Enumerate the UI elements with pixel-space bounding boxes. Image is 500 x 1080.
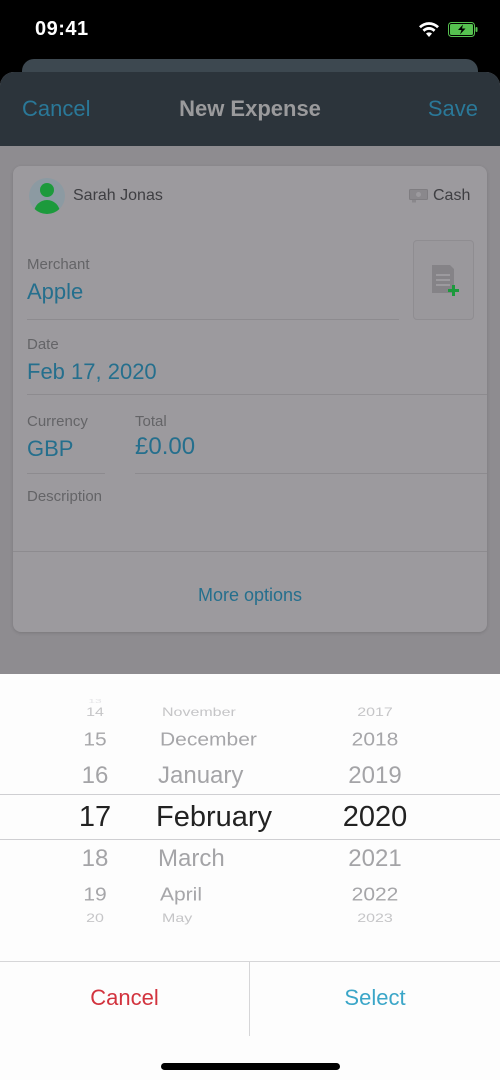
avatar-body [34, 200, 60, 214]
user-name[interactable]: Sarah Jonas [73, 187, 163, 205]
picker-select-button[interactable]: Select [250, 985, 500, 1011]
wifi-icon [419, 22, 439, 37]
nav-bar: Cancel New Expense Save [0, 72, 500, 146]
picker-month-selected[interactable]: February [156, 801, 296, 834]
picker-day[interactable]: 19 [60, 884, 130, 906]
picker-day[interactable]: 20 [60, 912, 130, 926]
total-label: Total [135, 413, 167, 430]
avatar[interactable] [29, 178, 65, 214]
home-indicator[interactable] [161, 1063, 340, 1070]
currency-label: Currency [27, 413, 88, 430]
date-divider [27, 394, 487, 395]
battery-charging-icon [448, 22, 478, 37]
date-picker-wheel[interactable]: 13 14 15 16 17 18 19 20 November Decembe… [0, 674, 500, 954]
picker-month[interactable]: December [160, 729, 300, 751]
status-time: 09:41 [35, 18, 89, 40]
description-label: Description [27, 488, 103, 505]
status-bar: 09:41 [0, 0, 500, 60]
picker-year[interactable]: 2022 [330, 884, 420, 906]
picker-cancel-button[interactable]: Cancel [0, 985, 249, 1011]
date-label: Date [27, 336, 59, 353]
picker-month[interactable]: May [162, 912, 302, 926]
picker-month[interactable]: March [158, 845, 298, 873]
picker-month[interactable]: January [158, 762, 298, 790]
picker-year-selected[interactable]: 2020 [330, 801, 420, 834]
picker-day-faint: 13 [88, 697, 102, 705]
currency-divider [27, 473, 105, 474]
nav-title: New Expense [179, 96, 321, 121]
date-field[interactable]: Feb 17, 2020 [27, 359, 157, 385]
more-options-button[interactable]: More options [13, 585, 487, 606]
picker-year[interactable]: 2019 [330, 762, 420, 790]
currency-field[interactable]: GBP [27, 436, 73, 462]
payment-method[interactable]: Cash [433, 187, 470, 205]
picker-year[interactable]: 2018 [330, 729, 420, 751]
total-field[interactable]: £0.00 [135, 433, 195, 461]
picker-year[interactable]: 2023 [330, 912, 420, 926]
picker-month[interactable]: April [160, 884, 300, 906]
description-field[interactable] [27, 511, 467, 541]
picker-day[interactable]: 16 [60, 762, 130, 790]
picker-year[interactable]: 2017 [330, 706, 420, 720]
merchant-field[interactable]: Apple [27, 279, 83, 305]
expense-form-card: Sarah Jonas Cash Merchant Apple Date Feb… [13, 166, 487, 632]
avatar-head [40, 183, 54, 197]
merchant-label: Merchant [27, 256, 90, 273]
date-picker-panel: 13 14 15 16 17 18 19 20 November Decembe… [0, 674, 500, 1080]
receipt-add-icon [432, 265, 459, 296]
picker-day[interactable]: 14 [60, 706, 130, 720]
picker-month[interactable]: November [162, 706, 302, 720]
nav-save-button[interactable]: Save [428, 96, 478, 122]
description-divider [13, 551, 487, 552]
picker-day-selected[interactable]: 17 [60, 801, 130, 834]
add-receipt-button[interactable] [413, 240, 474, 320]
picker-day[interactable]: 15 [60, 729, 130, 751]
merchant-divider [27, 319, 399, 320]
cash-icon [409, 189, 428, 203]
total-divider [135, 473, 487, 474]
picker-year[interactable]: 2021 [330, 845, 420, 873]
picker-day[interactable]: 18 [60, 845, 130, 873]
picker-button-row: Cancel Select [0, 961, 500, 1036]
